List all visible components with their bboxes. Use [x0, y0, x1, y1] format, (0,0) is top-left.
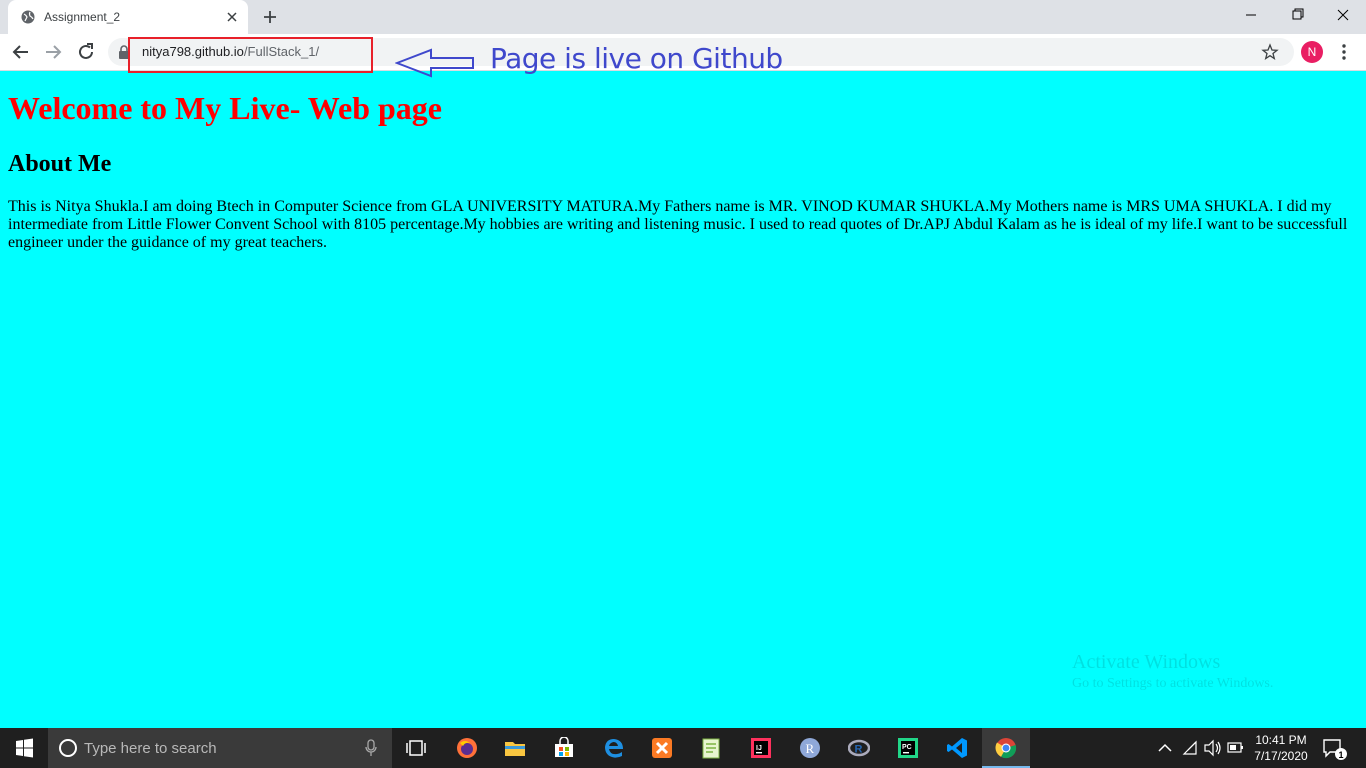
activate-windows-title: Activate Windows	[1072, 651, 1221, 673]
taskbar-rstudio[interactable]: R	[835, 728, 883, 768]
firefox-icon	[457, 738, 477, 758]
taskbar-search-box[interactable]: Type here to search	[48, 728, 392, 768]
taskbar-r[interactable]: R	[786, 728, 834, 768]
svg-text:R: R	[855, 744, 863, 756]
task-view-button[interactable]	[392, 728, 440, 768]
svg-text:PC: PC	[902, 744, 912, 751]
chrome-icon	[995, 738, 1017, 759]
taskbar: Type here to search IJ R R PC 10:41 PM 7…	[0, 728, 1366, 768]
taskbar-file-explorer[interactable]	[491, 728, 539, 768]
cortana-circle-icon	[59, 739, 77, 757]
forward-arrow-icon[interactable]	[41, 40, 65, 64]
taskbar-pycharm[interactable]: PC	[884, 728, 932, 768]
notification-count: 1	[1339, 750, 1344, 760]
page-title: Welcome to My Live- Web page	[8, 90, 442, 126]
intellij-idea-icon: IJ	[751, 738, 771, 758]
url-highlight-box	[128, 37, 373, 73]
new-tab-icon[interactable]	[260, 7, 280, 27]
system-clock[interactable]: 10:41 PM 7/17/2020	[1244, 732, 1318, 764]
windows-start-icon[interactable]	[0, 728, 48, 768]
more-menu-icon[interactable]	[1334, 42, 1354, 62]
pycharm-icon: PC	[898, 738, 918, 758]
tab-close-icon[interactable]	[223, 8, 241, 26]
taskbar-store[interactable]	[540, 728, 588, 768]
profile-avatar[interactable]: N	[1301, 41, 1323, 63]
tab-strip: Assignment_2	[0, 0, 1366, 34]
activate-windows-subtitle: Go to Settings to activate Windows.	[1072, 676, 1274, 691]
xampp-icon	[652, 738, 672, 758]
vscode-icon	[947, 738, 967, 758]
taskbar-xampp[interactable]	[638, 728, 686, 768]
reload-icon[interactable]	[74, 40, 98, 64]
battery-icon[interactable]	[1226, 728, 1246, 768]
edge-icon	[605, 739, 623, 758]
clock-time: 10:41 PM	[1255, 733, 1307, 747]
bookmark-star-icon[interactable]	[1261, 43, 1279, 61]
restore-icon[interactable]	[1274, 0, 1320, 30]
taskbar-chrome[interactable]	[982, 728, 1030, 768]
file-explorer-icon	[505, 742, 525, 756]
action-center-icon[interactable]: 1	[1320, 736, 1348, 762]
clock-date: 7/17/2020	[1254, 749, 1308, 763]
microphone-icon[interactable]	[364, 739, 378, 757]
taskbar-edge[interactable]	[590, 728, 638, 768]
annotation-text: Page is live on Github	[490, 42, 783, 75]
microsoft-store-icon	[555, 737, 573, 757]
about-heading: About Me	[8, 151, 112, 177]
taskbar-notepad-plus-plus[interactable]	[687, 728, 735, 768]
browser-tab[interactable]: Assignment_2	[8, 0, 248, 34]
tab-title: Assignment_2	[44, 10, 121, 24]
minimize-icon[interactable]	[1228, 0, 1274, 30]
globe-icon	[21, 10, 35, 24]
notepad-plus-plus-icon	[702, 738, 720, 759]
taskbar-intellij[interactable]: IJ	[737, 728, 785, 768]
show-hidden-icons-chevron-icon[interactable]	[1154, 728, 1176, 768]
rstudio-icon: R	[848, 739, 870, 757]
web-page-content: Welcome to My Live- Web page About Me Th…	[0, 72, 1366, 728]
back-arrow-icon[interactable]	[9, 40, 33, 64]
wifi-icon[interactable]	[1180, 728, 1202, 768]
volume-icon[interactable]	[1202, 728, 1224, 768]
r-icon: R	[800, 738, 820, 758]
svg-text:R: R	[806, 741, 815, 756]
taskbar-firefox[interactable]	[443, 728, 491, 768]
svg-text:IJ: IJ	[756, 745, 762, 752]
task-view-icon	[406, 740, 426, 756]
taskbar-vscode[interactable]	[933, 728, 981, 768]
close-window-icon[interactable]	[1320, 0, 1366, 30]
search-placeholder: Type here to search	[84, 740, 217, 757]
about-paragraph: This is Nitya Shukla.I am doing Btech in…	[8, 198, 1348, 251]
